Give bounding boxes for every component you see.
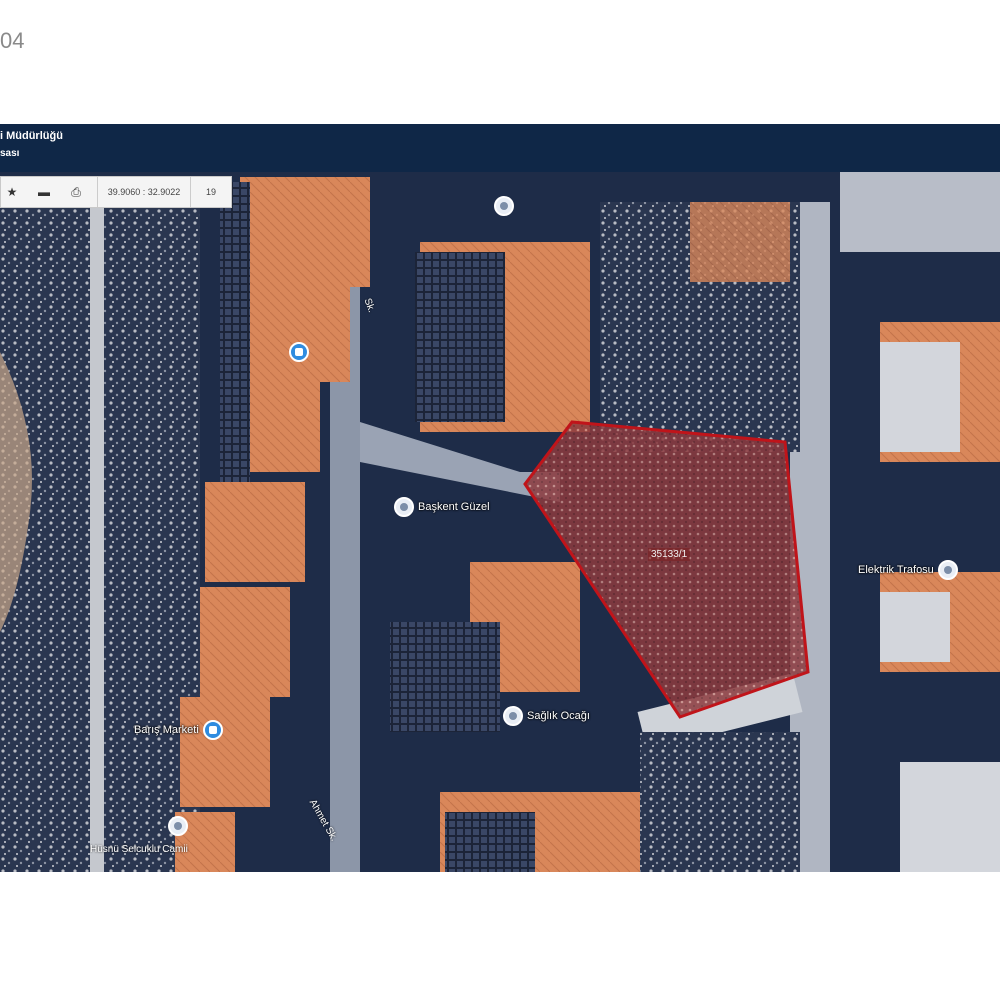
- coordinate-readout: 39.9060 : 32.9022: [97, 177, 191, 207]
- satellite-map[interactable]: [0, 172, 1000, 872]
- poi-baskent[interactable]: Başkent Güzel: [394, 497, 490, 517]
- poi-marker[interactable]: [289, 342, 313, 362]
- place-icon: [168, 816, 188, 836]
- ruler-icon[interactable]: ▬: [33, 177, 55, 207]
- place-icon: [494, 196, 514, 216]
- header-subtitle: sası: [0, 148, 20, 159]
- app-header: i Müdürlüğü sası: [0, 124, 1000, 172]
- shop-icon: [202, 720, 223, 740]
- poi-baris-marketi[interactable]: Barış Marketi: [134, 720, 223, 740]
- shop-icon: [289, 342, 309, 362]
- zoom-level: 19: [205, 187, 216, 197]
- poi-husnu-selcuklu[interactable]: [168, 816, 188, 836]
- print-icon[interactable]: ⎙: [65, 177, 87, 207]
- corner-text: 04: [0, 28, 25, 53]
- poi-marker[interactable]: [494, 196, 518, 216]
- map-toolbar: ★ ▬ ⎙ 39.9060 : 32.9022 19: [0, 176, 232, 208]
- parcel-label: 35133/1: [648, 548, 691, 561]
- poi-elektrik-trafosu[interactable]: Elektrik Trafosu: [858, 560, 958, 580]
- place-icon: [937, 560, 958, 580]
- poi-saglik[interactable]: Sağlık Ocağı: [503, 706, 590, 726]
- place-icon: [394, 497, 414, 517]
- map-imagery: [0, 172, 1000, 872]
- place-icon: [503, 706, 523, 726]
- header-title: i Müdürlüğü: [0, 130, 63, 142]
- poi-label-husnu: Hüsnü Selcuklu Camii: [90, 844, 188, 855]
- star-icon[interactable]: ★: [1, 177, 23, 207]
